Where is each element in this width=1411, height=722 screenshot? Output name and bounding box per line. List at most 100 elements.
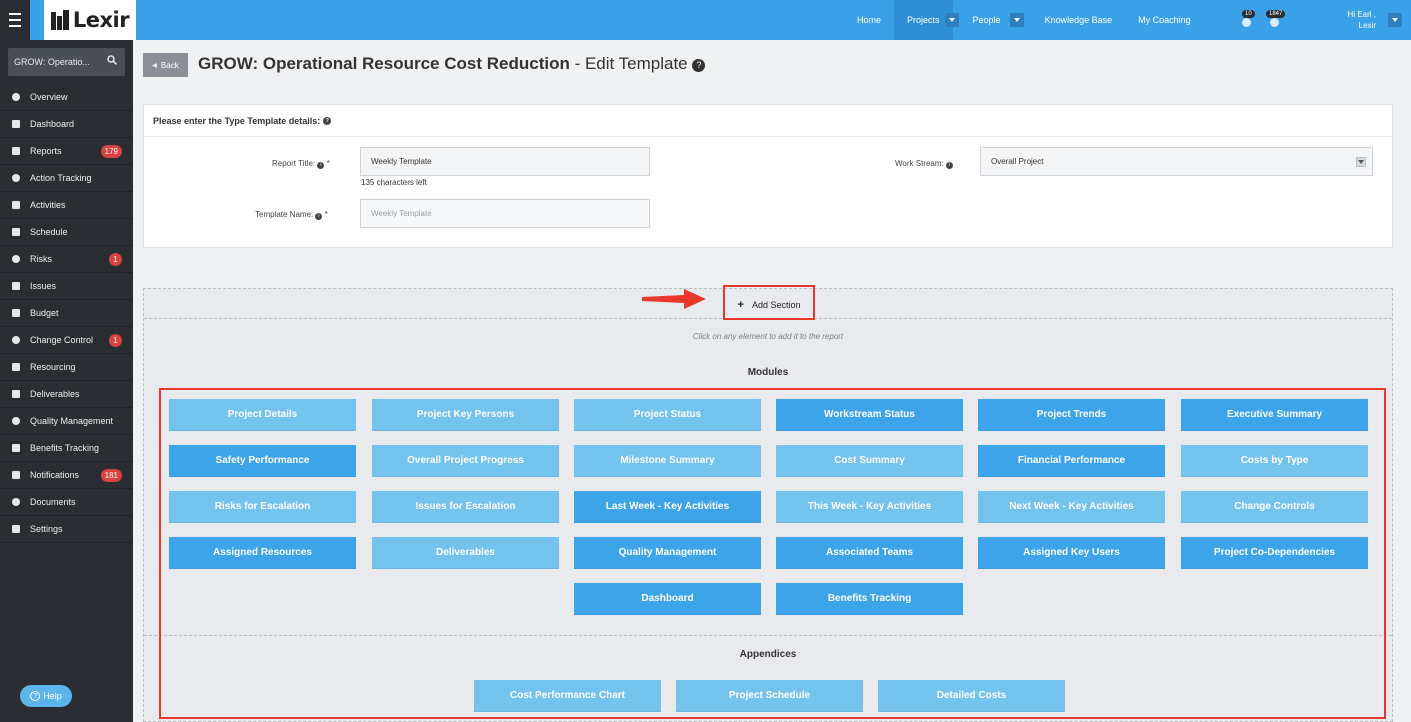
- activities-icon: [12, 201, 20, 209]
- page-title: GROW: Operational Resource Cost Reductio…: [198, 54, 706, 74]
- sidebar-item-settings[interactable]: Settings: [0, 516, 133, 543]
- count-badge: 1: [109, 253, 122, 266]
- back-button[interactable]: ◀ Back: [143, 53, 188, 77]
- sidebar-item-documents[interactable]: Documents: [0, 489, 133, 516]
- sidebar-item-label: Schedule: [30, 227, 68, 237]
- nav-knowledge-base[interactable]: Knowledge Base: [1024, 0, 1126, 40]
- sidebar-item-schedule[interactable]: Schedule: [0, 219, 133, 246]
- sidebar-item-action-tracking[interactable]: Action Tracking: [0, 165, 133, 192]
- template-name-label-text: Template Name:: [255, 210, 314, 219]
- sidebar-item-risks[interactable]: Risks 1: [0, 246, 133, 273]
- chevron-down-icon: [1392, 18, 1398, 22]
- building-logo-icon: [50, 10, 71, 30]
- sidebar-item-activities[interactable]: Activities: [0, 192, 133, 219]
- work-stream-label: Work Stream: i: [895, 159, 953, 169]
- messages-count-badge: 1847: [1266, 10, 1286, 18]
- sidebar-item-budget[interactable]: Budget: [0, 300, 133, 327]
- search-icon[interactable]: [107, 55, 117, 65]
- greeting-org: Lexir: [1358, 21, 1376, 30]
- sidebar-item-quality-management[interactable]: Quality Management: [0, 408, 133, 435]
- dashboard-icon: [12, 120, 20, 128]
- project-search-value: GROW: Operatio...: [14, 57, 90, 67]
- risks-icon: [12, 255, 20, 263]
- sidebar-item-resourcing[interactable]: Resourcing: [0, 354, 133, 381]
- sidebar-item-label: Quality Management: [30, 416, 114, 426]
- sidebar-item-label: Risks: [30, 254, 52, 264]
- main-nav: Home Projects People Knowledge Base My C…: [844, 0, 1204, 40]
- settings-icon: [12, 525, 20, 533]
- sidebar-item-label: Overview: [30, 92, 68, 102]
- sidebar-item-label: Resourcing: [30, 362, 76, 372]
- work-stream-label-text: Work Stream:: [895, 159, 944, 168]
- alerts-button[interactable]: 10: [1240, 10, 1260, 30]
- projects-dropdown-button[interactable]: [944, 13, 959, 27]
- resourcing-icon: [12, 363, 20, 371]
- action-tracking-icon: [12, 174, 20, 182]
- sidebar-item-notifications[interactable]: Notifications 181: [0, 462, 133, 489]
- brand-logo[interactable]: Lexir: [44, 0, 136, 40]
- sidebar-item-label: Benefits Tracking: [30, 443, 100, 453]
- user-menu-dropdown-button[interactable]: [1388, 13, 1402, 27]
- required-mark: *: [324, 210, 328, 219]
- user-greeting[interactable]: Hi Earl , Lexir: [1348, 9, 1376, 31]
- sidebar-item-label: Documents: [30, 497, 76, 507]
- sidebar-item-benefits-tracking[interactable]: Benefits Tracking: [0, 435, 133, 462]
- nav-home[interactable]: Home: [844, 0, 894, 40]
- sidebar-item-label: Change Control: [30, 335, 94, 345]
- messages-button[interactable]: 1847: [1264, 10, 1286, 30]
- sidebar: GROW: Operatio... Overview Dashboard Repor…: [0, 40, 133, 722]
- nav-my-coaching-label: My Coaching: [1138, 15, 1191, 25]
- warning-icon: [1242, 18, 1251, 27]
- back-label: Back: [160, 60, 179, 70]
- sidebar-item-label: Settings: [30, 524, 63, 534]
- chevron-left-icon: ◀: [152, 62, 157, 69]
- hamburger-icon: [9, 11, 21, 29]
- sidebar-item-label: Action Tracking: [30, 173, 92, 183]
- template-details-panel: Please enter the Type Template details: …: [143, 104, 1393, 248]
- budget-icon: [12, 309, 20, 317]
- sidebar-item-overview[interactable]: Overview: [0, 84, 133, 111]
- modules-title: Modules: [747, 367, 789, 378]
- sidebar-item-issues[interactable]: Issues: [0, 273, 133, 300]
- sidebar-menu: Overview Dashboard Reports 179 Action Tracki…: [0, 84, 133, 543]
- sidebar-item-label: Deliverables: [30, 389, 80, 399]
- notifications-icon: [12, 471, 20, 479]
- top-navbar: Lexir Home Projects People Knowledge Bas…: [0, 0, 1411, 40]
- nav-knowledge-base-label: Knowledge Base: [1044, 15, 1113, 25]
- modules-highlight: [159, 388, 1386, 719]
- sidebar-item-dashboard[interactable]: Dashboard: [0, 111, 133, 138]
- project-search-input[interactable]: GROW: Operatio...: [8, 48, 125, 76]
- sidebar-item-reports[interactable]: Reports 179: [0, 138, 133, 165]
- help-question-icon[interactable]: ?: [692, 58, 706, 72]
- click-hint: Click on any element to add it to the re…: [692, 332, 844, 341]
- reports-icon: [12, 147, 20, 155]
- sidebar-item-label: Dashboard: [30, 119, 75, 129]
- help-button[interactable]: ? Help: [20, 685, 72, 707]
- info-icon[interactable]: i: [315, 212, 323, 220]
- add-section-highlight: [723, 285, 815, 320]
- menu-toggle-button[interactable]: [0, 0, 30, 40]
- select-arrow: [1356, 157, 1366, 167]
- info-icon[interactable]: i: [317, 161, 325, 169]
- quality-management-icon: [12, 417, 20, 425]
- help-question-icon[interactable]: ?: [323, 116, 332, 125]
- report-title-value: Weekly Template: [371, 157, 432, 166]
- sidebar-item-change-control[interactable]: Change Control 1: [0, 327, 133, 354]
- template-name-input[interactable]: Weekly Template: [360, 199, 650, 228]
- report-title-input[interactable]: Weekly Template: [360, 147, 650, 176]
- sidebar-item-deliverables[interactable]: Deliverables: [0, 381, 133, 408]
- count-badge: 1: [109, 334, 122, 347]
- report-title-label-text: Report Title:: [272, 159, 316, 168]
- nav-my-coaching[interactable]: My Coaching: [1125, 0, 1204, 40]
- chars-left-text: 135 characters left: [361, 178, 427, 187]
- change-control-icon: [12, 336, 20, 344]
- work-stream-select[interactable]: Overall Project: [980, 147, 1373, 176]
- people-dropdown-button[interactable]: [1009, 13, 1024, 27]
- panel-title: Please enter the Type Template details:: [153, 115, 321, 126]
- info-icon[interactable]: i: [945, 161, 953, 169]
- count-badge: 181: [100, 469, 122, 482]
- page-title-action: - Edit Template: [569, 54, 688, 73]
- benefits-tracking-icon: [12, 444, 20, 452]
- question-icon: ?: [30, 691, 41, 701]
- nav-people[interactable]: People: [959, 0, 1014, 40]
